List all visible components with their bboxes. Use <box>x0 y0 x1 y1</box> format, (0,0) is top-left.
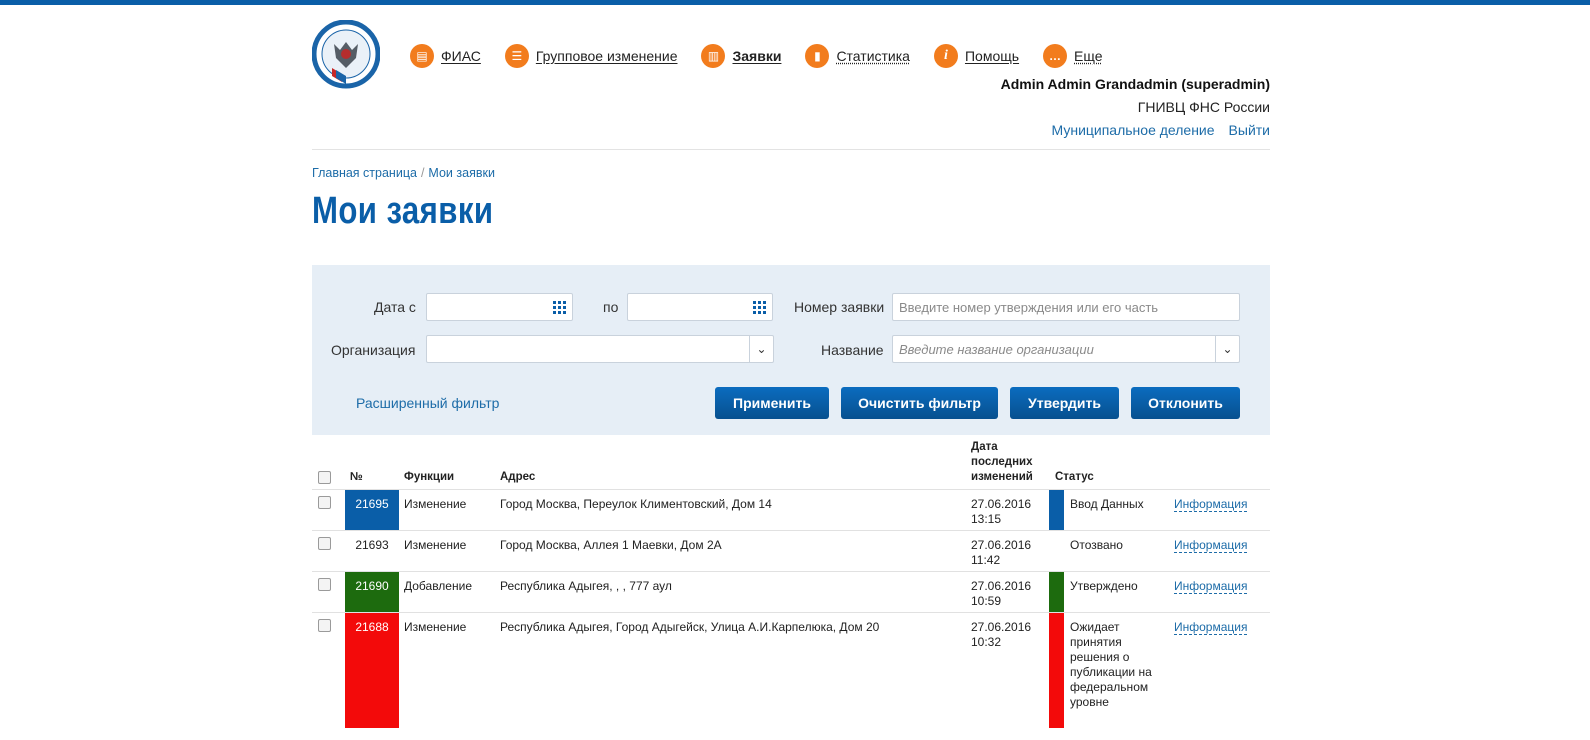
approve-button[interactable]: Утвердить <box>1010 387 1119 419</box>
requests-icon: ▥ <box>701 44 726 68</box>
info-link[interactable]: Информация <box>1174 620 1248 635</box>
nav-label: ФИАС <box>441 48 481 64</box>
fns-logo[interactable] <box>312 20 380 92</box>
fias-icon: ▤ <box>410 44 434 68</box>
function-cell: Изменение <box>404 497 467 511</box>
user-organization: ГНИВЦ ФНС России <box>1137 99 1270 115</box>
date-to-input[interactable] <box>627 293 773 321</box>
table-row[interactable]: 21695 Изменение Город Москва, Переулок Кли… <box>312 489 1270 530</box>
nav-label: Помощь <box>964 48 1020 64</box>
table-row[interactable]: 21690 Добавление Республика Адыгея, , , 77… <box>312 571 1270 612</box>
user-links: Муниципальное деление Выйти <box>1001 119 1270 142</box>
function-cell: Изменение <box>404 538 467 552</box>
date-to-label: по <box>603 299 619 315</box>
organization-label: Организация <box>331 342 416 358</box>
nav-item-1[interactable]: ☰ Групповое изменение <box>504 44 678 68</box>
table-row[interactable]: 21688 Изменение Республика Адыгея, Город А… <box>312 612 1270 728</box>
more-icon: … <box>1043 44 1068 68</box>
municipal-division-link[interactable]: Муниципальное деление <box>1052 122 1215 138</box>
column-header-status[interactable]: Статус <box>1055 470 1094 485</box>
chevron-down-icon[interactable]: ⌄ <box>749 336 773 362</box>
info-link[interactable]: Информация <box>1174 497 1248 512</box>
address-cell: Республика Адыгея, Город Адыгейск, Улица… <box>500 620 880 634</box>
status-color-bar <box>1049 613 1064 728</box>
calendar-icon[interactable] <box>753 301 766 314</box>
clear-filter-button[interactable]: Очистить фильтр <box>841 387 998 419</box>
breadcrumb-current[interactable]: Мои заявки <box>428 166 495 180</box>
info-link[interactable]: Информация <box>1174 538 1248 553</box>
organization-name-placeholder: Введите название организации <box>899 341 1094 357</box>
logout-link[interactable]: Выйти <box>1229 122 1270 138</box>
request-number[interactable]: 21695 <box>345 490 399 530</box>
nav-label: Групповое изменение <box>535 48 678 64</box>
request-number[interactable]: 21688 <box>345 613 399 728</box>
info-link[interactable]: Информация <box>1174 579 1248 594</box>
row-checkbox[interactable] <box>318 537 331 550</box>
advanced-filter-link[interactable]: Расширенный фильтр <box>356 395 499 411</box>
column-header-functions[interactable]: Функции <box>404 470 454 485</box>
breadcrumb-home[interactable]: Главная страница <box>312 166 417 180</box>
date-from-input[interactable] <box>426 293 573 321</box>
request-number-input[interactable]: Введите номер утверждения или его часть <box>892 293 1240 321</box>
select-all-checkbox[interactable] <box>318 471 331 484</box>
nav-item-5[interactable]: … Еще <box>1043 44 1103 68</box>
request-number[interactable]: 21693 <box>345 531 399 571</box>
organization-select[interactable]: ⌄ <box>426 335 774 363</box>
user-name: Admin Admin Grandadmin (superadmin) <box>1000 76 1270 92</box>
request-number-placeholder: Введите номер утверждения или его часть <box>899 299 1159 315</box>
chevron-down-icon[interactable]: ⌄ <box>1215 336 1239 362</box>
address-cell: Республика Адыгея, , , 777 аул <box>500 579 672 593</box>
nav-item-2[interactable]: ▥ Заявки <box>701 44 781 68</box>
request-number-label: Номер заявки <box>794 299 885 315</box>
date-cell: 27.06.2016 13:15 <box>971 497 1032 526</box>
status-color-bar <box>1049 572 1064 612</box>
nav-item-3[interactable]: ▮ Статистика <box>805 44 910 68</box>
main-nav: ▤ ФИАС ☰ Групповое изменение ▥ Заявки ▮ Статист… <box>410 44 1127 68</box>
group-change-icon: ☰ <box>504 44 529 68</box>
row-checkbox[interactable] <box>318 578 331 591</box>
function-cell: Добавление <box>404 579 472 593</box>
date-cell: 27.06.2016 11:42 <box>971 538 1032 567</box>
status-cell: Отозвано <box>1070 538 1123 552</box>
address-cell: Город Москва, Аллея 1 Маевки, Дом 2А <box>500 538 722 552</box>
request-number[interactable]: 21690 <box>345 572 399 612</box>
header-divider <box>312 149 1270 150</box>
status-cell: Ввод Данных <box>1070 497 1144 511</box>
name-label: Название <box>821 342 884 358</box>
page-title: Мои заявки <box>312 190 494 232</box>
nav-item-0[interactable]: ▤ ФИАС <box>410 44 481 68</box>
nav-label: Статистика <box>836 48 910 64</box>
table-row[interactable]: 21693 Изменение Город Москва, Аллея 1 Маев… <box>312 530 1270 571</box>
breadcrumb-separator: / <box>420 166 425 180</box>
user-panel: Admin Admin Grandadmin (superadmin) ГНИВ… <box>1001 73 1270 142</box>
row-checkbox[interactable] <box>318 619 331 632</box>
function-cell: Изменение <box>404 620 467 634</box>
column-header-number[interactable]: № <box>350 470 363 485</box>
column-header-address[interactable]: Адрес <box>500 470 535 485</box>
status-cell: Ожидает принятия решения о публикации на… <box>1070 620 1152 709</box>
statistics-icon: ▮ <box>805 44 830 68</box>
reject-button[interactable]: Отклонить <box>1131 387 1240 419</box>
help-icon: i <box>933 44 958 68</box>
apply-button[interactable]: Применить <box>715 387 829 419</box>
nav-label: Заявки <box>732 48 782 64</box>
organization-name-select[interactable]: Введите название организации ⌄ <box>892 335 1240 363</box>
status-color-bar <box>1049 490 1064 530</box>
row-checkbox[interactable] <box>318 496 331 509</box>
filter-panel: Дата с по Номер заявки Введите номер утв… <box>312 265 1270 435</box>
breadcrumb: Главная страница / Мои заявки <box>312 166 495 180</box>
status-cell: Утверждено <box>1070 579 1138 593</box>
date-cell: 27.06.2016 10:59 <box>971 579 1032 608</box>
address-cell: Город Москва, Переулок Климентовский, До… <box>500 497 772 511</box>
column-header-date[interactable]: Дата последних изменений <box>971 440 1043 485</box>
top-accent-bar <box>0 0 1590 5</box>
nav-item-4[interactable]: i Помощь <box>933 44 1020 68</box>
calendar-icon[interactable] <box>553 301 566 314</box>
date-from-label: Дата с <box>374 299 416 315</box>
date-cell: 27.06.2016 10:32 <box>971 620 1032 649</box>
nav-label: Еще <box>1074 48 1103 64</box>
